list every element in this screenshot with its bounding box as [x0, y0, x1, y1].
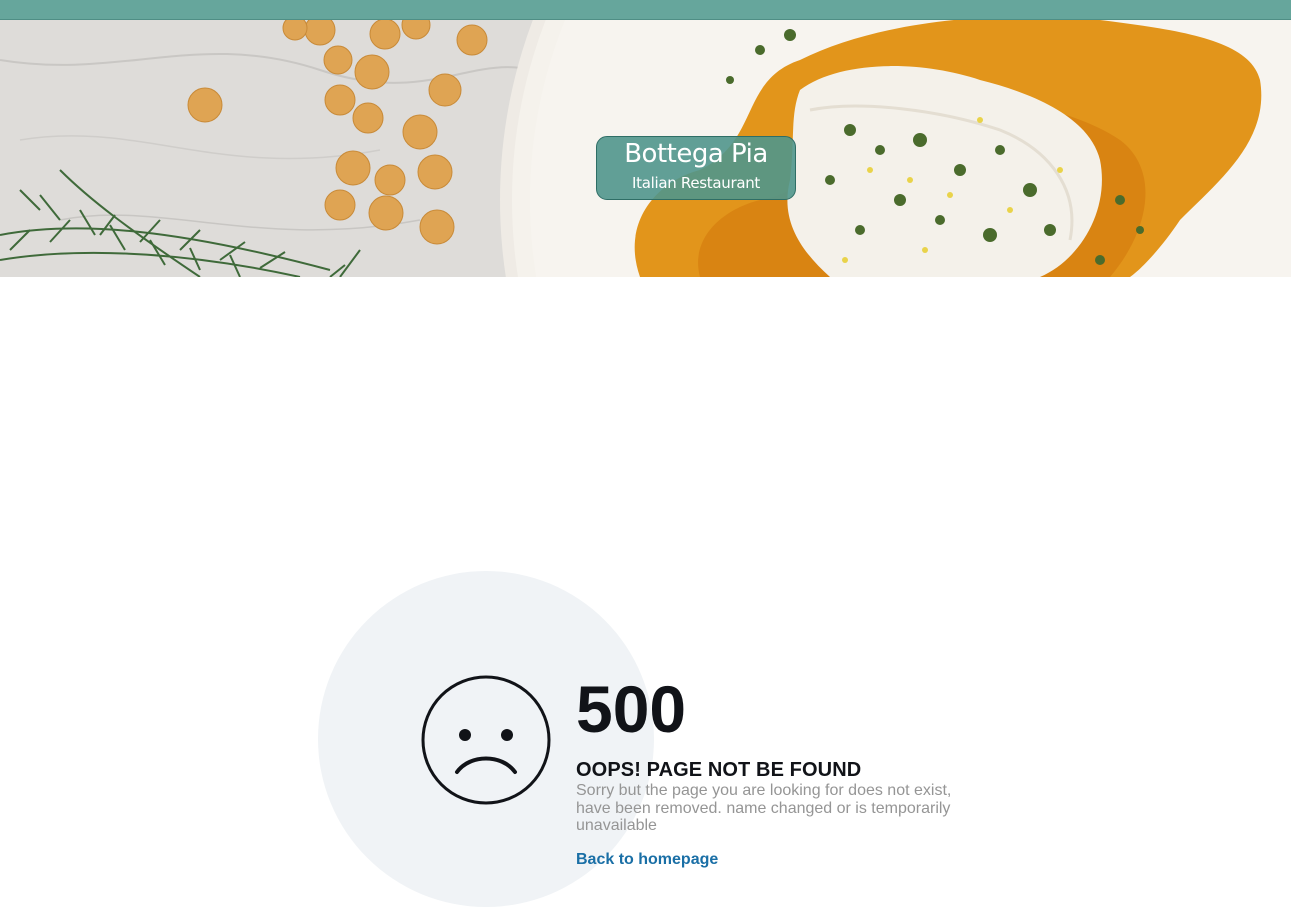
error-headline: OOPS! PAGE NOT BE FOUND [576, 759, 862, 781]
restaurant-name: Bottega Pia [624, 139, 768, 169]
top-bar [0, 0, 1291, 20]
error-code: 500 [576, 672, 687, 746]
hero-banner: Bottega Pia Italian Restaurant [0, 20, 1291, 277]
error-message: Sorry but the page you are looking for d… [576, 782, 952, 834]
restaurant-brand-badge[interactable]: Bottega Pia Italian Restaurant [596, 136, 796, 200]
restaurant-tagline: Italian Restaurant [631, 174, 761, 192]
sad-face-icon [421, 675, 551, 805]
back-to-homepage-link[interactable]: Back to homepage [576, 850, 718, 870]
